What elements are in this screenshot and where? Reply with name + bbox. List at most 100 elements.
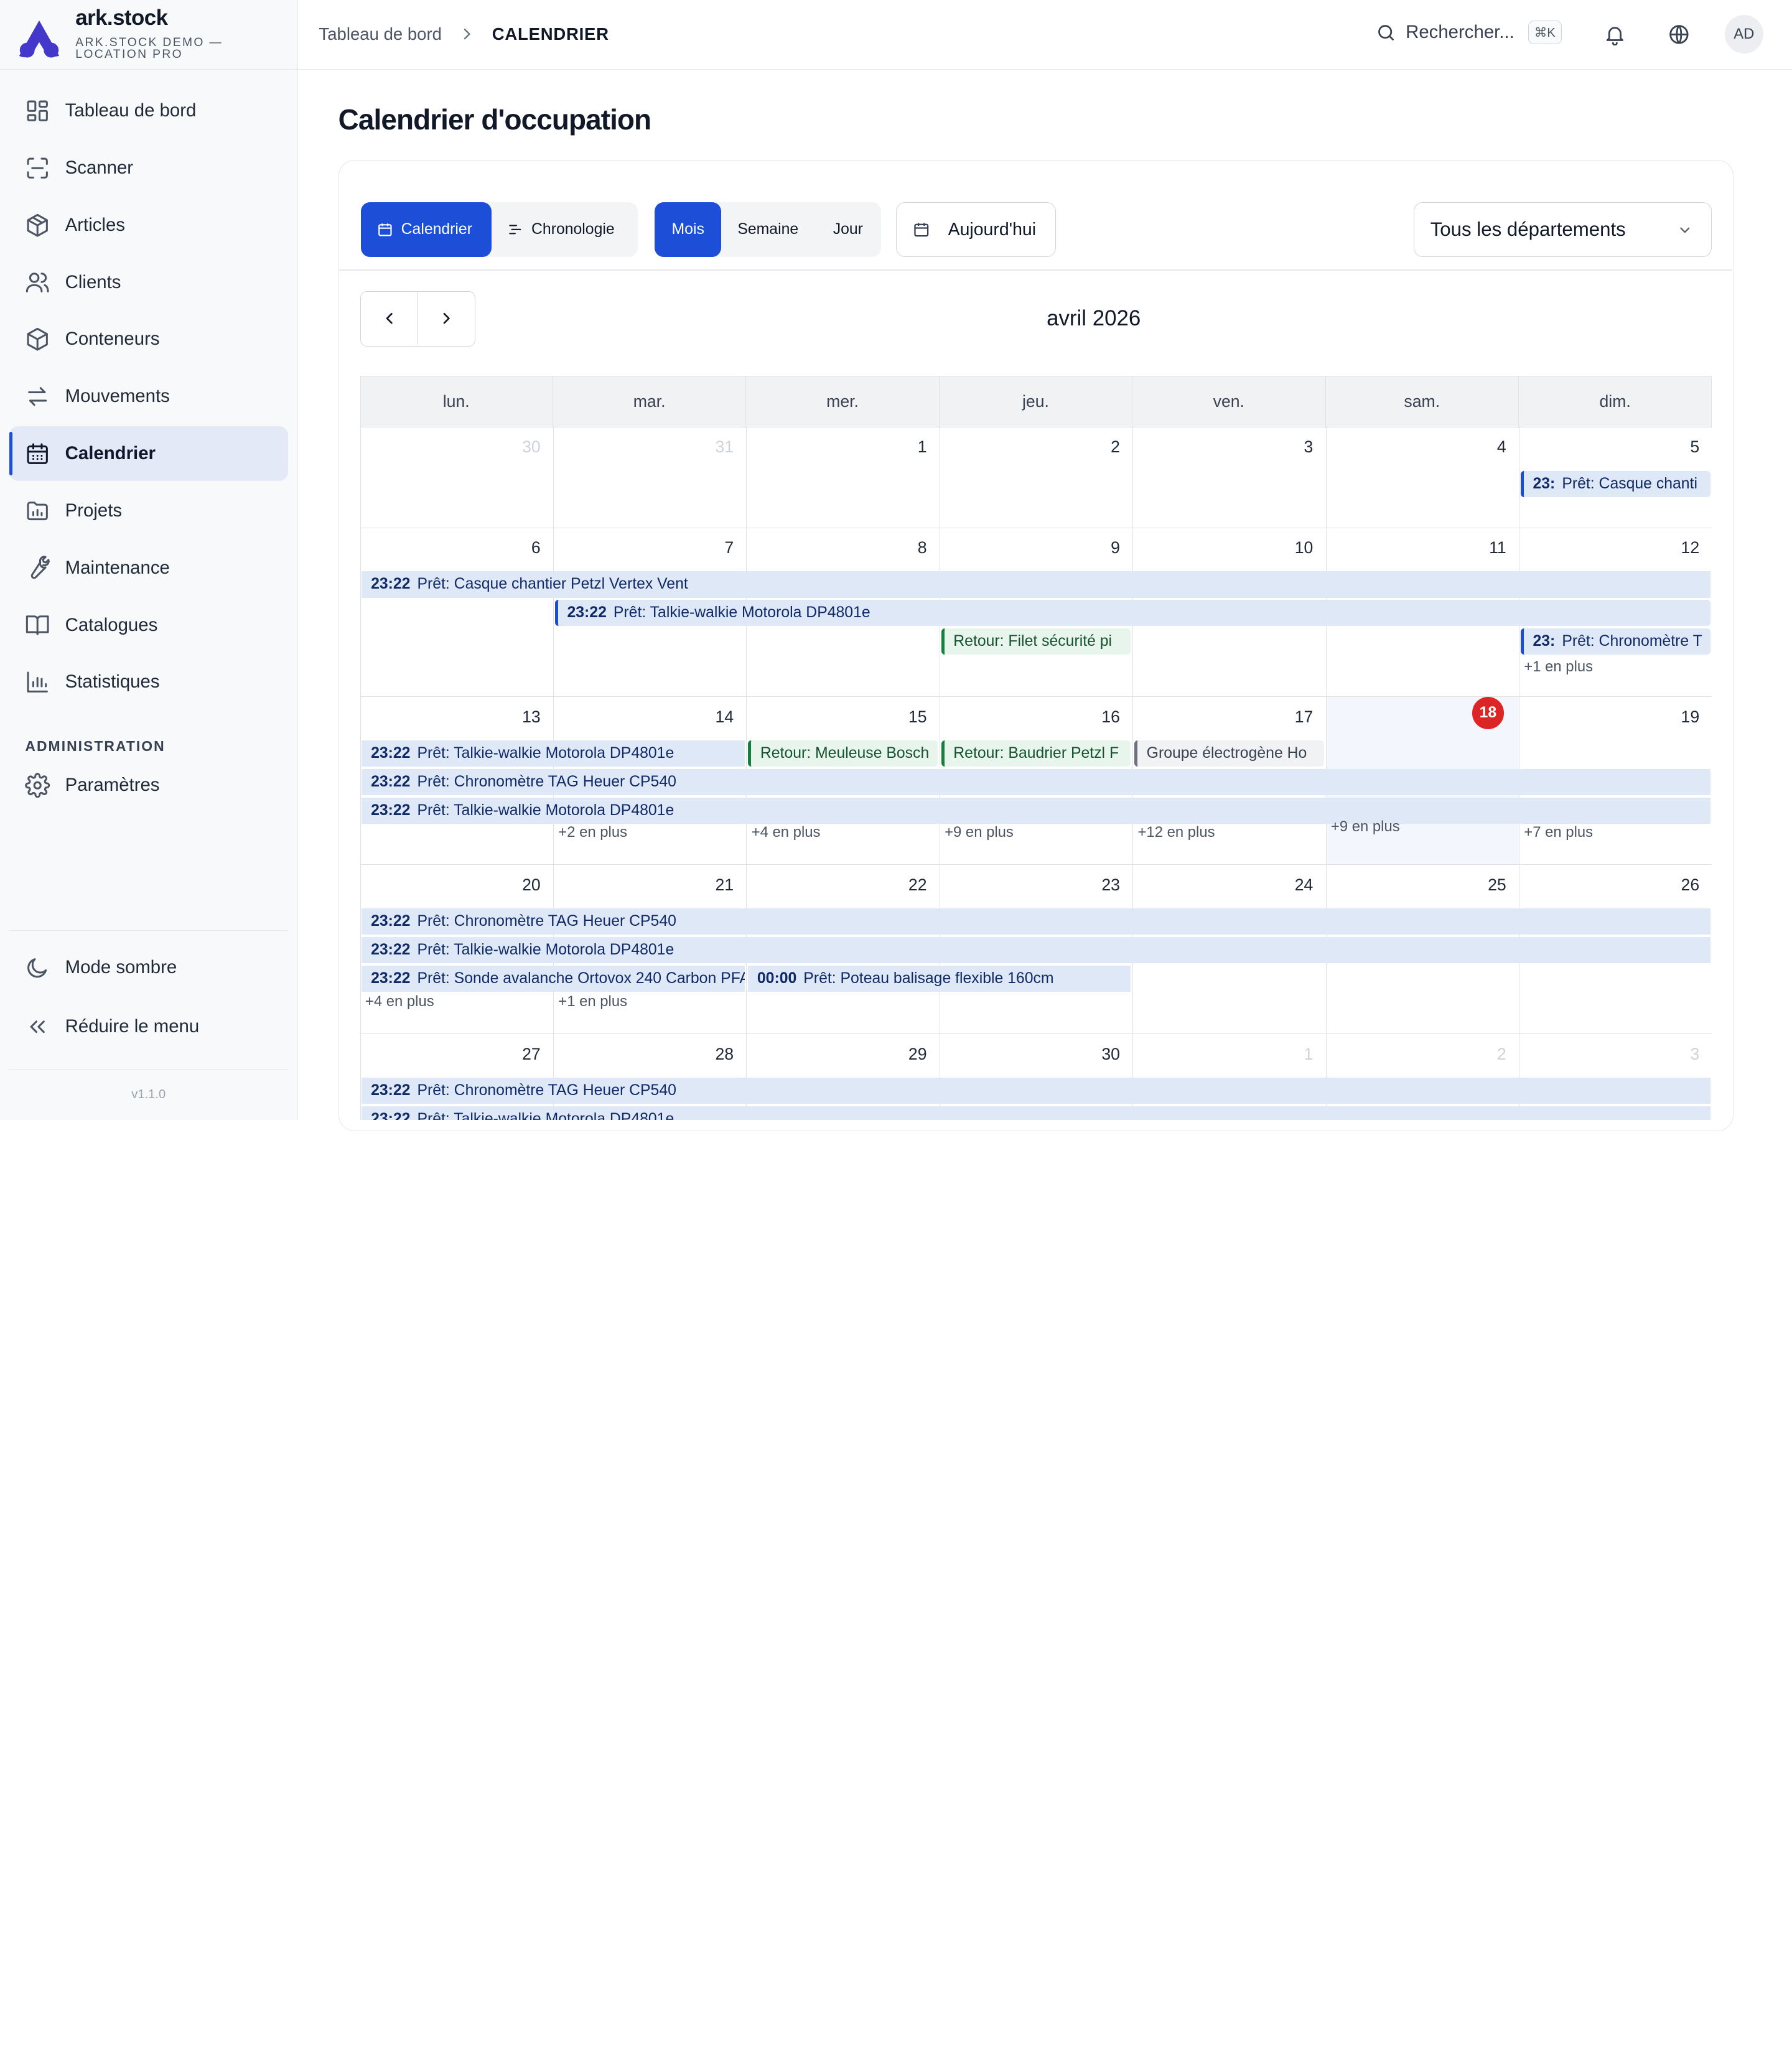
sidebar-item-calendrier-label: Calendrier bbox=[65, 443, 156, 464]
month-grid: 30 31 1 2 3 4 5 6 7 8 9 10 11 12 13 14 15 16 17 18 19 20 21 22 2… bbox=[360, 376, 1712, 1120]
day-number: 31 bbox=[715, 437, 734, 457]
day-number: 13 bbox=[522, 707, 541, 726]
return-event[interactable]: Retour: Filet sécurité pi bbox=[941, 628, 1131, 655]
arrows-exchange-icon bbox=[25, 384, 50, 409]
sidebar-item-projets[interactable]: Projets bbox=[9, 483, 288, 538]
event-time: 23:22 bbox=[371, 970, 411, 987]
department-select[interactable]: Tous les départements bbox=[1413, 202, 1712, 258]
loan-event[interactable]: 23:22 Prêt: Talkie-walkie Motorola DP4801… bbox=[362, 798, 1710, 824]
brand[interactable]: ark.stock ARK.STOCK DEMO — LOCATION PRO bbox=[0, 0, 297, 70]
day-cell[interactable]: 3 bbox=[1133, 427, 1327, 528]
sidebar-item-calendrier[interactable]: Calendrier bbox=[9, 426, 288, 482]
search-shortcut: ⌘K bbox=[1528, 21, 1562, 45]
loan-event[interactable]: 23:22 Prêt: Chronomètre TAG Heuer CP540 bbox=[362, 908, 1710, 935]
more-events-link[interactable]: +9 en plus bbox=[945, 824, 1014, 841]
more-events-link[interactable]: +12 en plus bbox=[1138, 824, 1215, 841]
loan-event[interactable]: 23: Prêt: Chronomètre T bbox=[1520, 628, 1710, 655]
return-event[interactable]: Retour: Baudrier Petzl F bbox=[941, 740, 1131, 767]
mode-week-button[interactable]: Semaine bbox=[721, 202, 815, 257]
return-event[interactable]: Retour: Meuleuse Bosch bbox=[748, 740, 938, 767]
previous-month-button[interactable] bbox=[361, 292, 418, 344]
more-events-link[interactable]: +9 en plus bbox=[1331, 818, 1400, 836]
breadcrumb-root-link[interactable]: Tableau de bord bbox=[319, 24, 442, 44]
more-events-link[interactable]: +7 en plus bbox=[1524, 824, 1593, 841]
day-number: 12 bbox=[1681, 538, 1700, 557]
container-icon bbox=[25, 327, 50, 352]
event-time: 23:22 bbox=[567, 604, 607, 622]
sidebar-item-maintenance[interactable]: Maintenance bbox=[9, 541, 288, 595]
scan-icon bbox=[25, 156, 50, 180]
more-events-link[interactable]: +4 en plus bbox=[752, 824, 821, 841]
event-time: 00:00 bbox=[757, 970, 797, 987]
sidebar-item-parametres[interactable]: Paramètres bbox=[9, 758, 288, 813]
loan-event[interactable]: 23: Prêt: Casque chanti bbox=[1520, 470, 1710, 497]
sidebar-item-conteneurs[interactable]: Conteneurs bbox=[9, 312, 288, 366]
event-time: 23:22 bbox=[371, 941, 411, 959]
sidebar-item-dashboard[interactable]: Tableau de bord bbox=[9, 83, 288, 138]
day-cell[interactable]: 2 bbox=[940, 427, 1134, 528]
dashboard-icon bbox=[25, 98, 50, 123]
day-number: 24 bbox=[1294, 875, 1314, 894]
loan-event[interactable]: 23:22 Prêt: Talkie-walkie Motorola DP4801… bbox=[362, 937, 1710, 964]
page-title: Calendrier d'occupation bbox=[338, 103, 651, 136]
calendar-icon bbox=[378, 223, 392, 236]
brand-name: ark.stock bbox=[75, 6, 168, 30]
gear-icon bbox=[25, 772, 50, 798]
more-events-link[interactable]: +1 en plus bbox=[558, 993, 627, 1010]
mode-day-button[interactable]: Jour bbox=[815, 202, 882, 257]
sidebar-footer: Mode sombre Réduire le menu bbox=[9, 930, 288, 1056]
loan-event[interactable]: 23:22 Prêt: Chronomètre TAG Heuer CP540 bbox=[362, 769, 1710, 796]
sidebar-item-statistiques[interactable]: Statistiques bbox=[9, 655, 288, 709]
sidebar-item-catalogues[interactable]: Catalogues bbox=[9, 598, 288, 653]
more-events-link[interactable]: +4 en plus bbox=[365, 993, 434, 1010]
calendar-event[interactable]: Groupe électrogène Ho bbox=[1134, 740, 1324, 767]
next-month-button[interactable] bbox=[418, 292, 475, 345]
sidebar-item-scanner-label: Scanner bbox=[65, 157, 134, 178]
dark-mode-toggle[interactable]: Mode sombre bbox=[9, 940, 288, 995]
loan-event[interactable]: 23:22 Prêt: Casque chantier Petzl Vertex … bbox=[362, 571, 1710, 598]
global-search-button[interactable]: Rechercher... ⌘K bbox=[1376, 21, 1562, 45]
more-events-link[interactable]: +2 en plus bbox=[558, 824, 627, 841]
event-title: Retour: Baudrier Petzl F bbox=[953, 745, 1119, 762]
chevron-right-icon bbox=[464, 28, 470, 40]
day-number: 3 bbox=[1304, 437, 1314, 457]
moon-icon bbox=[25, 955, 50, 980]
view-calendar-button[interactable]: Calendrier bbox=[361, 202, 492, 258]
view-timeline-label: Chronologie bbox=[531, 221, 615, 238]
loan-event[interactable]: 23:22 Prêt: Talkie-walkie Motorola DP4801… bbox=[362, 1106, 1710, 1120]
loan-event[interactable]: 23:22 Prêt: Talkie-walkie Motorola DP4801… bbox=[554, 600, 1710, 627]
loan-event[interactable]: 23:22 Prêt: Chronomètre TAG Heuer CP540 bbox=[362, 1077, 1710, 1104]
more-events-link[interactable]: +1 en plus bbox=[1524, 658, 1593, 676]
day-cell[interactable]: 4 bbox=[1326, 427, 1519, 528]
day-cell[interactable]: 30 bbox=[360, 427, 554, 528]
mode-month-button[interactable]: Mois bbox=[655, 202, 721, 258]
day-number: 19 bbox=[1681, 707, 1700, 726]
sidebar-item-mouvements[interactable]: Mouvements bbox=[9, 369, 288, 424]
sidebar-item-articles[interactable]: Articles bbox=[9, 198, 288, 253]
day-number: 2 bbox=[1111, 437, 1120, 457]
day-cell[interactable]: 6 bbox=[360, 528, 554, 697]
event-title: Prêt: Sonde avalanche Ortovox 240 Carbon… bbox=[417, 970, 745, 987]
day-cell[interactable]: 31 bbox=[553, 427, 747, 528]
top-bar: Tableau de bord CALENDRIER Rechercher...… bbox=[298, 0, 1792, 70]
view-timeline-button[interactable]: Chronologie bbox=[492, 202, 638, 257]
users-icon bbox=[25, 269, 50, 294]
sidebar-item-clients[interactable]: Clients bbox=[9, 255, 288, 310]
collapse-menu-button[interactable]: Réduire le menu bbox=[9, 999, 288, 1054]
loan-event[interactable]: 23:22 Prêt: Sonde avalanche Ortovox 240 C… bbox=[362, 966, 745, 992]
day-number: 3 bbox=[1690, 1044, 1700, 1063]
day-number: 28 bbox=[715, 1044, 734, 1063]
day-number: 10 bbox=[1294, 538, 1314, 557]
loan-event[interactable]: 23:22 Prêt: Talkie-walkie Motorola DP4801… bbox=[362, 740, 745, 767]
month-navigation bbox=[360, 291, 476, 347]
day-cell[interactable]: 1 bbox=[747, 427, 940, 528]
globe-icon[interactable] bbox=[1668, 23, 1691, 46]
day-number: 8 bbox=[917, 538, 927, 557]
sidebar-item-scanner[interactable]: Scanner bbox=[9, 141, 288, 195]
event-title: Prêt: Talkie-walkie Motorola DP4801e bbox=[417, 941, 674, 959]
today-button[interactable]: Aujourd'hui bbox=[895, 202, 1057, 258]
loan-event[interactable]: 00:00 Prêt: Poteau balisage flexible 160c… bbox=[748, 966, 1131, 992]
bell-icon[interactable] bbox=[1603, 23, 1626, 46]
day-number: 26 bbox=[1681, 875, 1700, 894]
user-avatar[interactable]: AD bbox=[1724, 14, 1763, 54]
